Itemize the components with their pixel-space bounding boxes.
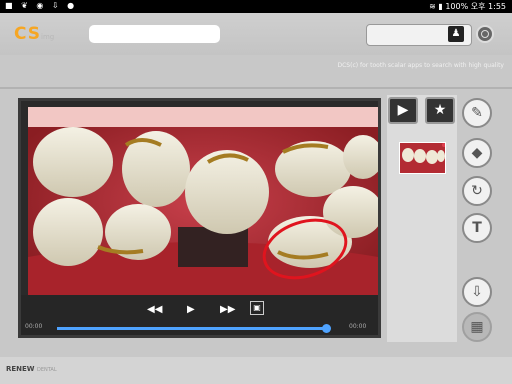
title-field[interactable] <box>89 25 220 43</box>
teeth-image <box>28 107 378 295</box>
brand-logo: RENEW DENTAL <box>6 365 57 373</box>
brand-name: RENEW <box>6 365 35 373</box>
forward-button[interactable]: ▶▶ <box>220 304 235 315</box>
progress-fill <box>57 327 327 330</box>
rewind-button[interactable]: ◀◀ <box>147 304 162 315</box>
capture-icon[interactable]: ▣ <box>250 301 264 315</box>
time-current: 00:00 <box>25 323 43 330</box>
progress-bar[interactable] <box>57 324 331 333</box>
notification-icons: ■ ❦ ◉ ⇩ ● <box>5 1 78 10</box>
brand-sub: DENTAL <box>36 367 57 373</box>
clock: 1:55 <box>488 2 506 11</box>
status-bar: ■ ❦ ◉ ⇩ ● ≋ ▮ 100% 오후 1:55 <box>0 0 512 13</box>
status-right: ≋ ▮ 100% 오후 1:55 <box>429 1 506 12</box>
target-icon[interactable] <box>476 25 494 43</box>
side-panel: ▶ ★ <box>387 95 457 342</box>
ampm: 오후 <box>470 2 486 11</box>
rotate-icon[interactable]: ↻ <box>462 176 492 206</box>
time-total: 00:00 <box>349 323 367 330</box>
battery-level: 100% <box>445 2 469 11</box>
gallery-icon[interactable]: ▦ <box>462 312 492 342</box>
person-icon[interactable]: ♟ <box>448 26 464 42</box>
download-icon[interactable]: ⇩ <box>462 277 492 307</box>
progress-thumb[interactable] <box>322 324 331 333</box>
text-icon[interactable]: T <box>462 213 492 243</box>
star-icon[interactable]: ★ <box>425 97 455 124</box>
image-thumbnail[interactable] <box>399 142 446 174</box>
video-camera-icon[interactable]: ▶ <box>388 97 418 124</box>
notice-text: DCS(c) for tooth scalar apps to search w… <box>337 62 505 69</box>
app-logo: CSimg <box>14 24 54 44</box>
video-player[interactable]: ◀◀ ▶ ▶▶ ▣ 00:00 00:00 <box>18 98 381 338</box>
wifi-icon: ≋ ▮ <box>429 2 446 11</box>
footer <box>0 357 512 384</box>
eraser-icon[interactable]: ◆ <box>462 138 492 168</box>
divider <box>0 87 512 89</box>
logo-sub: img <box>41 33 55 41</box>
player-controls: ◀◀ ▶ ▶▶ ▣ 00:00 00:00 <box>21 295 378 335</box>
pen-icon[interactable]: ✎ <box>462 98 492 128</box>
logo-text: CS <box>14 24 42 44</box>
play-button[interactable]: ▶ <box>187 304 195 315</box>
